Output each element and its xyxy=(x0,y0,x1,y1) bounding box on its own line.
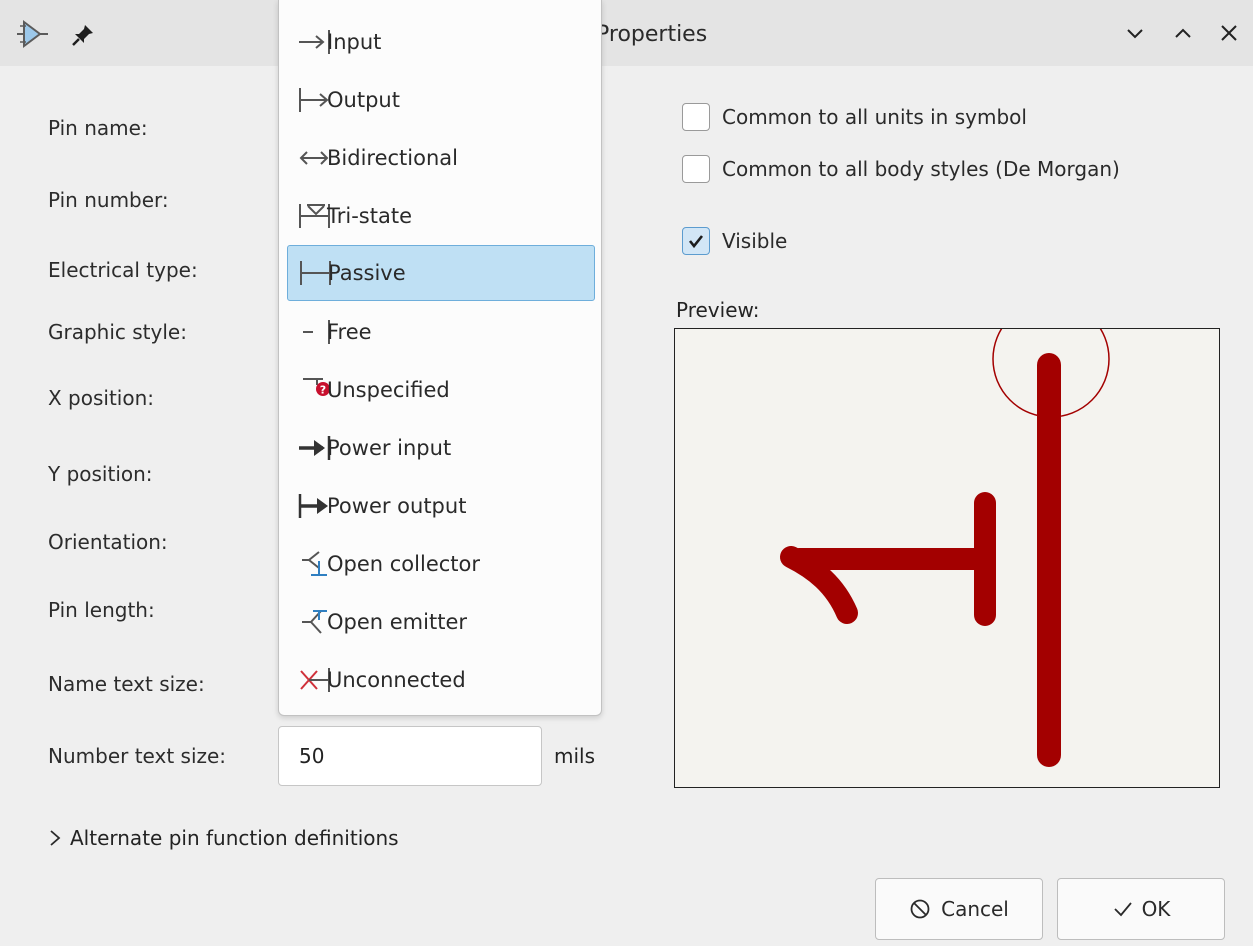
dropdown-option-unspecified[interactable]: ? Unspecified xyxy=(287,362,595,418)
ok-button[interactable]: OK xyxy=(1057,878,1225,940)
cancel-label: Cancel xyxy=(941,897,1009,921)
unconnected-pin-icon xyxy=(287,665,331,695)
window-title: Properties xyxy=(596,22,708,47)
name-text-size-label: Name text size: xyxy=(48,672,205,696)
electrical-type-dropdown-list[interactable]: Input Output Bidirectional Tri-state Pas… xyxy=(278,0,602,716)
common-units-row[interactable]: Common to all units in symbol xyxy=(682,103,1027,131)
dropdown-option-open-collector[interactable]: Open collector xyxy=(287,536,595,592)
dropdown-option-label: Bidirectional xyxy=(327,146,458,170)
alternate-functions-label: Alternate pin function definitions xyxy=(70,826,399,850)
dropdown-option-label: Free xyxy=(327,320,372,344)
dropdown-option-label: Tri-state xyxy=(327,204,412,228)
dropdown-option-unconnected[interactable]: Unconnected xyxy=(287,652,595,708)
dropdown-option-power-input[interactable]: Power input xyxy=(287,420,595,476)
dropdown-option-output[interactable]: Output xyxy=(287,72,595,128)
maximize-button[interactable] xyxy=(1168,18,1198,48)
power-output-pin-icon xyxy=(287,491,331,521)
unspecified-pin-icon: ? xyxy=(287,375,331,405)
dropdown-option-free[interactable]: Free xyxy=(287,304,595,360)
common-units-checkbox[interactable] xyxy=(682,103,710,131)
ok-label: OK xyxy=(1141,897,1171,921)
dropdown-option-label: Power input xyxy=(327,436,452,460)
app-symbol-icon xyxy=(14,18,50,54)
dropdown-option-passive[interactable]: Passive xyxy=(287,245,595,301)
open-emitter-pin-icon xyxy=(287,607,331,637)
dropdown-option-power-output[interactable]: Power output xyxy=(287,478,595,534)
bidirectional-pin-icon xyxy=(287,143,331,173)
minimize-button[interactable] xyxy=(1120,18,1150,48)
free-pin-icon xyxy=(287,317,331,347)
visible-row[interactable]: Visible xyxy=(682,227,787,255)
tristate-pin-icon xyxy=(287,201,331,231)
pin-window-icon[interactable] xyxy=(70,22,96,52)
common-body-styles-row[interactable]: Common to all body styles (De Morgan) xyxy=(682,155,1120,183)
dropdown-option-label: Unconnected xyxy=(327,668,466,692)
dropdown-option-label: Open collector xyxy=(327,552,481,576)
output-pin-icon xyxy=(287,85,331,115)
dropdown-option-label: Unspecified xyxy=(327,378,450,402)
graphic-style-label: Graphic style: xyxy=(48,320,187,344)
chevron-right-icon xyxy=(50,830,61,846)
common-body-styles-checkbox[interactable] xyxy=(682,155,710,183)
visible-label: Visible xyxy=(722,229,788,253)
pin-name-label: Pin name: xyxy=(48,116,148,140)
open-collector-pin-icon xyxy=(287,549,331,579)
y-position-label: Y position: xyxy=(48,462,153,486)
power-input-pin-icon xyxy=(287,433,331,463)
svg-text:?: ? xyxy=(320,384,326,397)
pin-preview-graphic xyxy=(780,329,1110,767)
dropdown-option-label: Passive xyxy=(328,261,406,285)
close-button[interactable] xyxy=(1214,18,1244,48)
passive-pin-icon xyxy=(288,258,332,288)
dropdown-option-input[interactable]: Input xyxy=(287,14,595,70)
dropdown-option-label: Power output xyxy=(327,494,467,518)
dropdown-option-label: Open emitter xyxy=(327,610,467,634)
common-body-styles-label: Common to all body styles (De Morgan) xyxy=(722,157,1120,181)
preview-label: Preview: xyxy=(676,298,760,322)
checkmark-icon xyxy=(688,235,704,249)
number-text-size-input[interactable]: 50 xyxy=(278,726,542,786)
pin-number-label: Pin number: xyxy=(48,188,169,212)
input-pin-icon xyxy=(287,27,331,57)
number-text-size-unit: mils xyxy=(554,744,596,768)
number-text-size-label: Number text size: xyxy=(48,744,227,768)
title-bar: Properties xyxy=(0,0,1253,66)
dropdown-option-tristate[interactable]: Tri-state xyxy=(287,188,595,244)
x-position-label: X position: xyxy=(48,386,155,410)
dropdown-option-bidirectional[interactable]: Bidirectional xyxy=(287,130,595,186)
pin-preview-canvas xyxy=(674,328,1220,788)
dropdown-option-label: Output xyxy=(327,88,400,112)
orientation-label: Orientation: xyxy=(48,530,168,554)
cancel-icon xyxy=(910,899,930,919)
dropdown-option-label: Input xyxy=(327,30,382,54)
dropdown-option-open-emitter[interactable]: Open emitter xyxy=(287,594,595,650)
visible-checkbox[interactable] xyxy=(682,227,710,255)
cancel-button[interactable]: Cancel xyxy=(875,878,1043,940)
common-units-label: Common to all units in symbol xyxy=(722,105,1027,129)
check-icon xyxy=(1113,902,1132,917)
electrical-type-label: Electrical type: xyxy=(48,258,198,282)
alternate-functions-expander[interactable]: Alternate pin function definitions xyxy=(48,826,399,850)
pin-length-label: Pin length: xyxy=(48,598,155,622)
